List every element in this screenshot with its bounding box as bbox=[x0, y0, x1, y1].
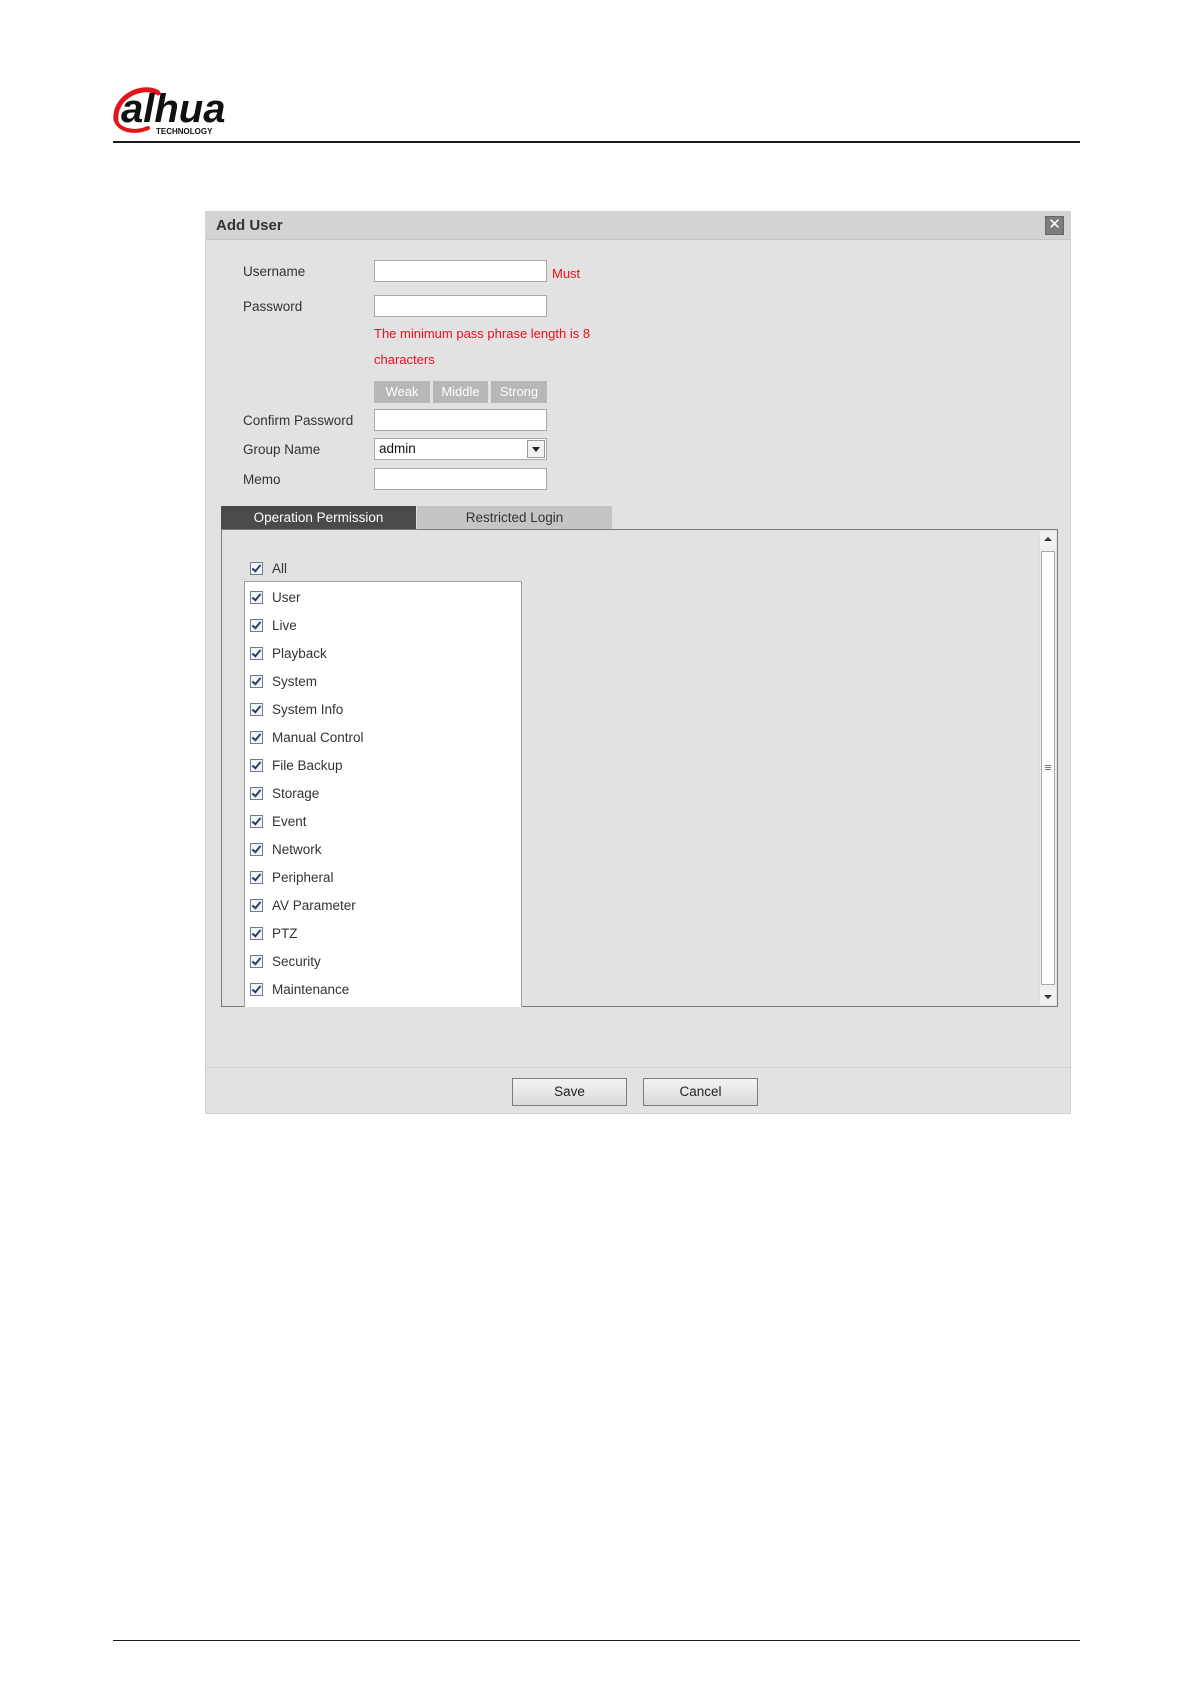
permission-scrollbar[interactable] bbox=[1039, 531, 1056, 1005]
checkbox[interactable] bbox=[250, 842, 263, 856]
permission-list: User Live Playback System System Info Ma… bbox=[244, 581, 522, 1007]
permission-item-system[interactable]: System bbox=[250, 673, 317, 689]
checkbox[interactable] bbox=[250, 590, 263, 604]
confirm-password-label: Confirm Password bbox=[243, 413, 354, 428]
logo-text: alhua bbox=[121, 87, 225, 131]
memo-input[interactable] bbox=[374, 468, 547, 490]
permission-label: PTZ bbox=[272, 925, 298, 941]
checkbox[interactable] bbox=[250, 730, 263, 744]
password-hint-line2: characters bbox=[374, 352, 435, 367]
all-checkbox-label: All bbox=[272, 560, 288, 576]
all-checkbox-row[interactable]: All bbox=[250, 560, 287, 576]
checkbox[interactable] bbox=[250, 954, 263, 968]
permission-item-peripheral[interactable]: Peripheral bbox=[250, 869, 334, 885]
grip-icon bbox=[1045, 765, 1051, 766]
permission-label: Peripheral bbox=[272, 869, 334, 885]
scroll-up-arrow-icon[interactable] bbox=[1040, 531, 1056, 547]
permission-item-user[interactable]: User bbox=[250, 589, 301, 605]
username-required-hint: Must bbox=[552, 266, 581, 281]
footer-divider bbox=[206, 1067, 1070, 1068]
permission-label: System bbox=[272, 673, 318, 689]
checkbox[interactable] bbox=[250, 786, 263, 800]
password-input[interactable] bbox=[374, 295, 547, 317]
checkbox[interactable] bbox=[250, 982, 263, 996]
permission-item-event[interactable]: Event bbox=[250, 813, 307, 829]
checkbox[interactable] bbox=[250, 758, 263, 772]
permission-label: User bbox=[272, 589, 301, 605]
password-hint-line1: The minimum pass phrase length is 8 bbox=[374, 326, 591, 341]
permission-item-av-parameter[interactable]: AV Parameter bbox=[250, 897, 356, 913]
permission-item-playback[interactable]: Playback bbox=[250, 645, 327, 661]
checkbox[interactable] bbox=[250, 702, 263, 716]
permission-item-system-info[interactable]: System Info bbox=[250, 701, 343, 717]
permission-panel: All User Live Playback System System Inf… bbox=[221, 529, 1058, 1007]
username-label: Username bbox=[243, 264, 306, 279]
permission-item-manual-control[interactable]: Manual Control bbox=[250, 729, 364, 745]
logo-subtext: TECHNOLOGY bbox=[156, 127, 213, 136]
add-user-dialog: Add User ✕ Username Must Password The mi… bbox=[205, 211, 1071, 1114]
permission-label: System Info bbox=[272, 701, 344, 717]
strength-weak: Weak bbox=[374, 381, 430, 403]
dialog-titlebar: Add User ✕ bbox=[206, 212, 1070, 240]
strength-strong: Strong bbox=[491, 381, 547, 403]
group-name-label: Group Name bbox=[243, 442, 321, 457]
footer-rule bbox=[113, 1640, 1080, 1641]
checkbox[interactable] bbox=[250, 674, 263, 688]
permission-item-storage[interactable]: Storage bbox=[250, 785, 319, 801]
tab-restricted-login[interactable]: Restricted Login bbox=[417, 506, 612, 529]
checkbox[interactable] bbox=[250, 870, 263, 884]
dahua-logo: alhua TECHNOLOGY bbox=[112, 84, 272, 136]
scroll-down-arrow-icon[interactable] bbox=[1040, 989, 1056, 1005]
strength-middle: Middle bbox=[433, 381, 488, 403]
permission-label: File Backup bbox=[272, 757, 343, 773]
password-label: Password bbox=[243, 299, 303, 314]
dialog-title: Add User bbox=[216, 217, 283, 234]
cancel-button[interactable]: Cancel bbox=[643, 1078, 758, 1106]
permission-item-security[interactable]: Security bbox=[250, 953, 321, 969]
all-checkbox[interactable] bbox=[250, 561, 263, 575]
checkbox[interactable] bbox=[250, 618, 263, 632]
password-strength-meter: Weak Middle Strong bbox=[374, 381, 547, 403]
permission-item-live[interactable]: Live bbox=[250, 617, 297, 633]
permission-label: Security bbox=[272, 953, 321, 969]
group-name-value: admin bbox=[379, 441, 416, 456]
permission-label: Live bbox=[272, 617, 297, 633]
permission-item-ptz[interactable]: PTZ bbox=[250, 925, 298, 941]
permission-item-network[interactable]: Network bbox=[250, 841, 322, 857]
chevron-down-icon[interactable] bbox=[527, 440, 545, 458]
tab-operation-permission[interactable]: Operation Permission bbox=[221, 506, 416, 529]
confirm-password-input[interactable] bbox=[374, 409, 547, 431]
group-name-select[interactable]: admin bbox=[374, 438, 547, 460]
permission-label: Storage bbox=[272, 785, 320, 801]
checkbox[interactable] bbox=[250, 646, 263, 660]
username-input[interactable] bbox=[374, 260, 547, 282]
scrollbar-thumb[interactable] bbox=[1041, 551, 1055, 985]
checkbox[interactable] bbox=[250, 926, 263, 940]
permission-label: AV Parameter bbox=[272, 897, 356, 913]
checkbox[interactable] bbox=[250, 814, 263, 828]
permission-label: Maintenance bbox=[272, 981, 350, 997]
memo-label: Memo bbox=[243, 472, 281, 487]
permission-label: Manual Control bbox=[272, 729, 364, 745]
header-divider bbox=[113, 141, 1080, 143]
permission-item-maintenance[interactable]: Maintenance bbox=[250, 981, 349, 997]
permission-item-file-backup[interactable]: File Backup bbox=[250, 757, 343, 773]
permission-label: Playback bbox=[272, 645, 327, 661]
close-icon[interactable]: ✕ bbox=[1045, 216, 1064, 235]
checkbox[interactable] bbox=[250, 898, 263, 912]
permission-label: Network bbox=[272, 841, 322, 857]
save-button[interactable]: Save bbox=[512, 1078, 627, 1106]
permission-label: Event bbox=[272, 813, 307, 829]
